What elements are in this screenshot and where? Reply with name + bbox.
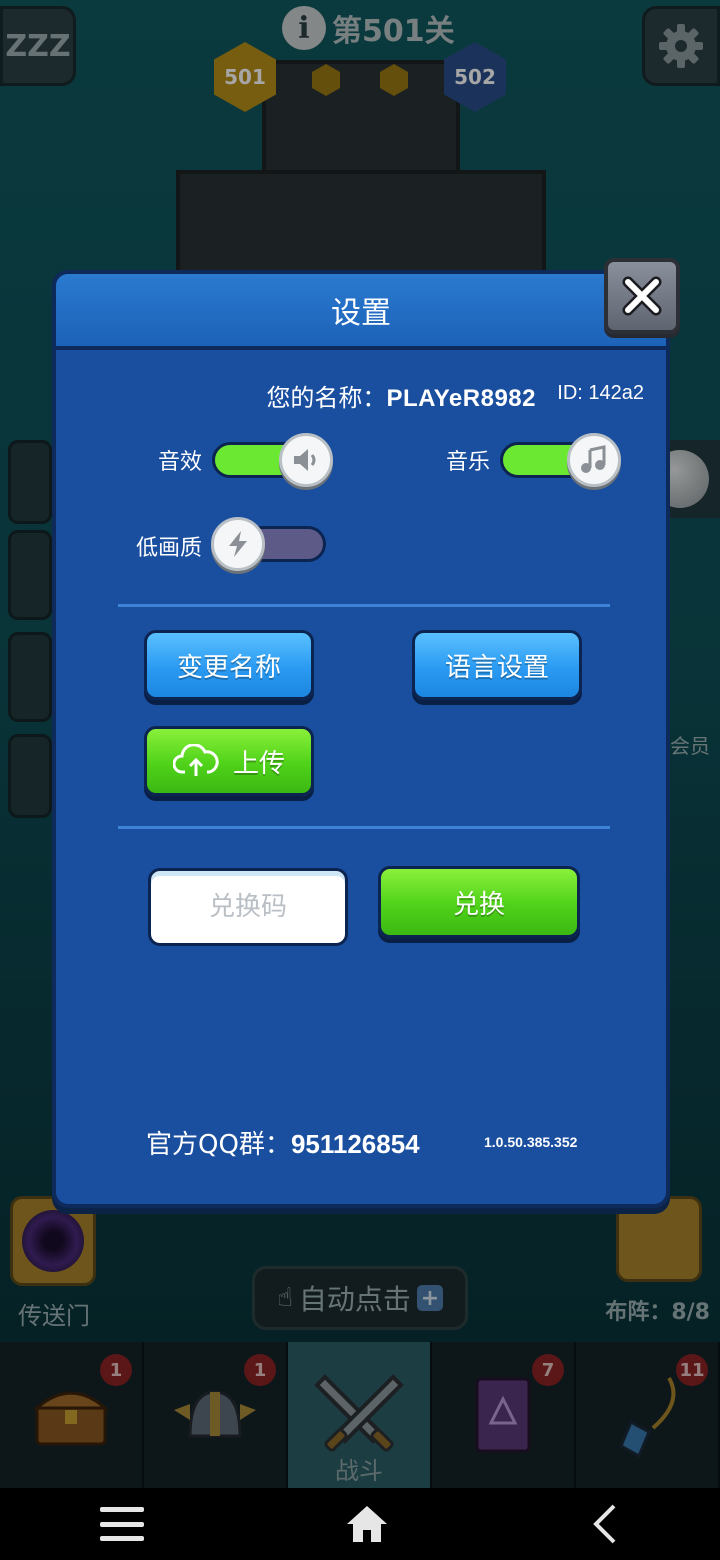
cloud-upload-icon (172, 744, 219, 776)
music-label: 音乐 (446, 450, 491, 475)
close-icon (622, 276, 662, 316)
upload-label: 上传 (232, 748, 285, 779)
divider-top (118, 604, 610, 607)
rename-label: 变更名称 (176, 652, 281, 683)
sound-label: 音效 (158, 450, 203, 475)
settings-dialog: 设置 您的名称：PLAYeR8982 ID: 142a2 音效 音乐 低画质 变… (52, 270, 670, 1208)
sound-toggle[interactable] (212, 433, 333, 487)
divider-bottom (118, 826, 610, 829)
dialog-header: 设置 (56, 274, 666, 350)
music-toggle[interactable] (500, 433, 621, 487)
player-id: ID: 142a2 (557, 382, 644, 404)
home-icon[interactable] (345, 1504, 389, 1544)
name-prefix: 您的名称： (266, 384, 387, 412)
redeem-label: 兑换 (452, 889, 505, 920)
music-note-icon (567, 433, 621, 487)
system-nav-bar (0, 1488, 720, 1560)
lightning-icon (211, 517, 265, 571)
rename-button[interactable]: 变更名称 (144, 630, 314, 700)
player-name: PLAYeR8982 (386, 385, 536, 412)
player-name-row: 您的名称：PLAYeR8982 (236, 378, 536, 413)
dialog-title: 设置 (331, 296, 391, 331)
version-text: 1.0.50.385.352 (484, 1134, 578, 1150)
qq-number: 951126854 (290, 1129, 420, 1159)
redeem-code-input[interactable] (148, 868, 348, 946)
language-label: 语言设置 (444, 652, 549, 683)
redeem-button[interactable]: 兑换 (378, 866, 580, 938)
official-qq-row: 官方QQ群：951126854 (146, 1124, 420, 1161)
qq-prefix: 官方QQ群： (146, 1130, 291, 1160)
language-settings-button[interactable]: 语言设置 (412, 630, 582, 700)
close-button[interactable] (604, 258, 680, 334)
low-quality-toggle[interactable] (211, 517, 326, 571)
upload-button[interactable]: 上传 (144, 726, 314, 796)
back-icon[interactable] (590, 1502, 620, 1546)
speaker-icon (279, 433, 333, 487)
low-quality-label: 低画质 (136, 536, 203, 561)
menu-icon[interactable] (100, 1507, 145, 1541)
